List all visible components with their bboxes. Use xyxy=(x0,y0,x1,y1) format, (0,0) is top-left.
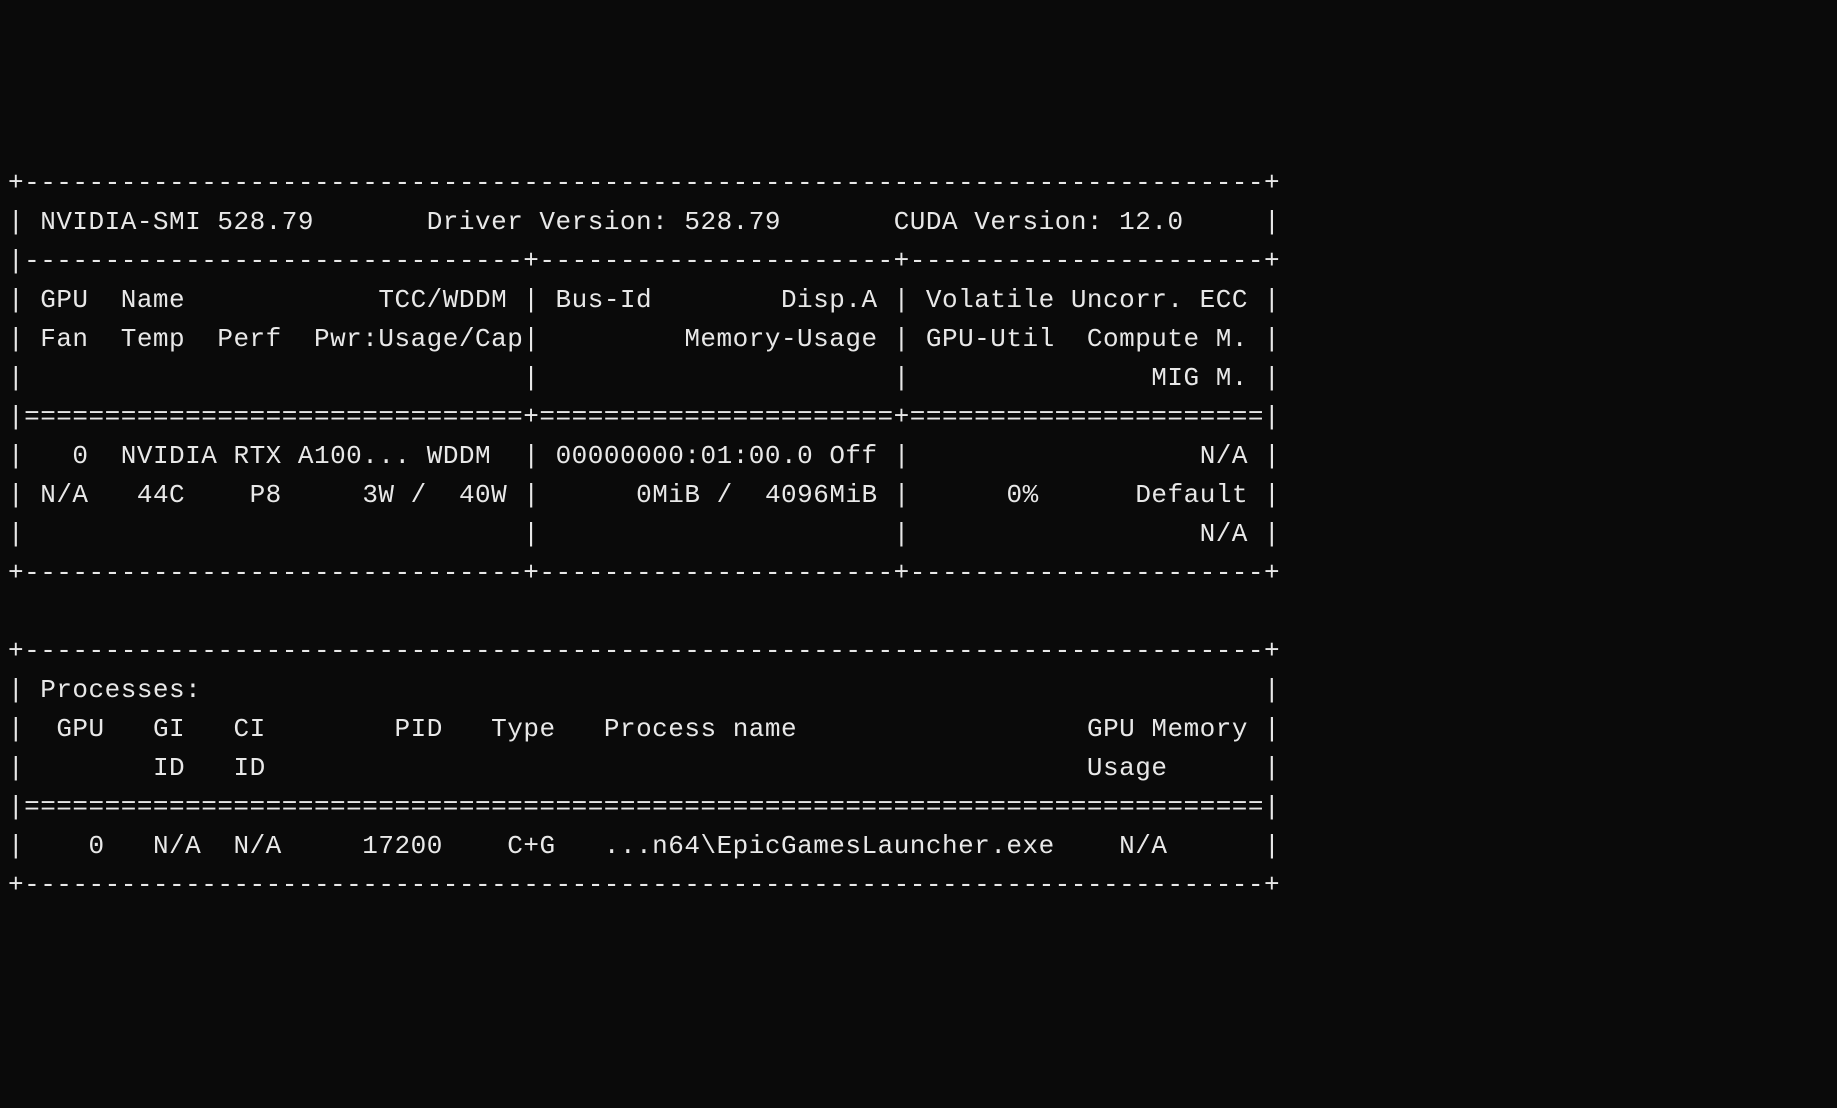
gpu-bus-id: 00000000:01:00.0 xyxy=(556,441,814,471)
gpu-compute-m: Default xyxy=(1135,480,1248,510)
proc-header-gi-id: ID xyxy=(153,753,185,783)
proc-header-usage: Usage xyxy=(1087,753,1168,783)
cuda-version: 12.0 xyxy=(1119,207,1183,237)
gpu-mem-total: 4096MiB xyxy=(765,480,878,510)
proc-double-separator: |=======================================… xyxy=(8,792,1280,822)
proc-row-mem: N/A xyxy=(1119,831,1167,861)
gpu-mem-used: 0MiB xyxy=(636,480,700,510)
proc-header-gi: GI xyxy=(153,714,185,744)
proc-row-ci: N/A xyxy=(233,831,281,861)
processes-title: Processes: xyxy=(40,675,201,705)
gpu-mig-m: N/A xyxy=(1200,519,1248,549)
gpu-ecc: N/A xyxy=(1200,441,1248,471)
proc-row-name: ...n64\EpicGamesLauncher.exe xyxy=(604,831,1055,861)
driver-version: 528.79 xyxy=(684,207,781,237)
proc-bottom-border: +---------------------------------------… xyxy=(8,870,1280,900)
smi-version: 528.79 xyxy=(217,207,314,237)
gpu-disp-a: Off xyxy=(829,441,877,471)
proc-header-pid: PID xyxy=(395,714,443,744)
col-header-mig: MIG M. xyxy=(1151,363,1248,393)
driver-label: Driver Version: xyxy=(427,207,669,237)
proc-row-type: C+G xyxy=(507,831,555,861)
gpu-temp: 44C xyxy=(137,480,185,510)
col-header-fan: Fan Temp Perf Pwr:Usage/Cap xyxy=(40,324,523,354)
gpu-fan: N/A xyxy=(40,480,88,510)
gpu-name: NVIDIA RTX A100... xyxy=(121,441,411,471)
border-top: +---------------------------------------… xyxy=(8,168,1280,198)
proc-header-name: Process name xyxy=(604,714,797,744)
gpu-bottom-separator: +-------------------------------+-------… xyxy=(8,558,1280,588)
gpu-util: 0% xyxy=(1006,480,1038,510)
proc-header-mem: GPU Memory xyxy=(1087,714,1248,744)
col-header-util: GPU-Util Compute M. xyxy=(926,324,1248,354)
col-header-mem: Memory-Usage xyxy=(684,324,877,354)
proc-row-gpu: 0 xyxy=(89,831,105,861)
gpu-mode: WDDM xyxy=(427,441,491,471)
proc-header-ci-id: ID xyxy=(233,753,265,783)
gpu-perf: P8 xyxy=(250,480,282,510)
header-separator: |-------------------------------+-------… xyxy=(8,246,1280,276)
gpu-pwr-usage: 3W xyxy=(362,480,394,510)
col-header-bus: Bus-Id Disp.A xyxy=(556,285,878,315)
cuda-label: CUDA Version: xyxy=(894,207,1103,237)
gpu-pwr-cap: 40W xyxy=(459,480,507,510)
double-separator: |===============================+=======… xyxy=(8,402,1280,432)
proc-header-ci: CI xyxy=(233,714,265,744)
gpu-index: 0 xyxy=(72,441,88,471)
proc-header-type: Type xyxy=(491,714,555,744)
col-header-gpu-name: GPU Name TCC/WDDM xyxy=(40,285,507,315)
proc-row-pid: 17200 xyxy=(362,831,443,861)
proc-top-border: +---------------------------------------… xyxy=(8,636,1280,666)
proc-header-gpu: GPU xyxy=(56,714,104,744)
smi-label: NVIDIA-SMI xyxy=(40,207,201,237)
proc-row-gi: N/A xyxy=(153,831,201,861)
nvidia-smi-output: +---------------------------------------… xyxy=(8,164,1829,905)
col-header-ecc: Volatile Uncorr. ECC xyxy=(926,285,1248,315)
